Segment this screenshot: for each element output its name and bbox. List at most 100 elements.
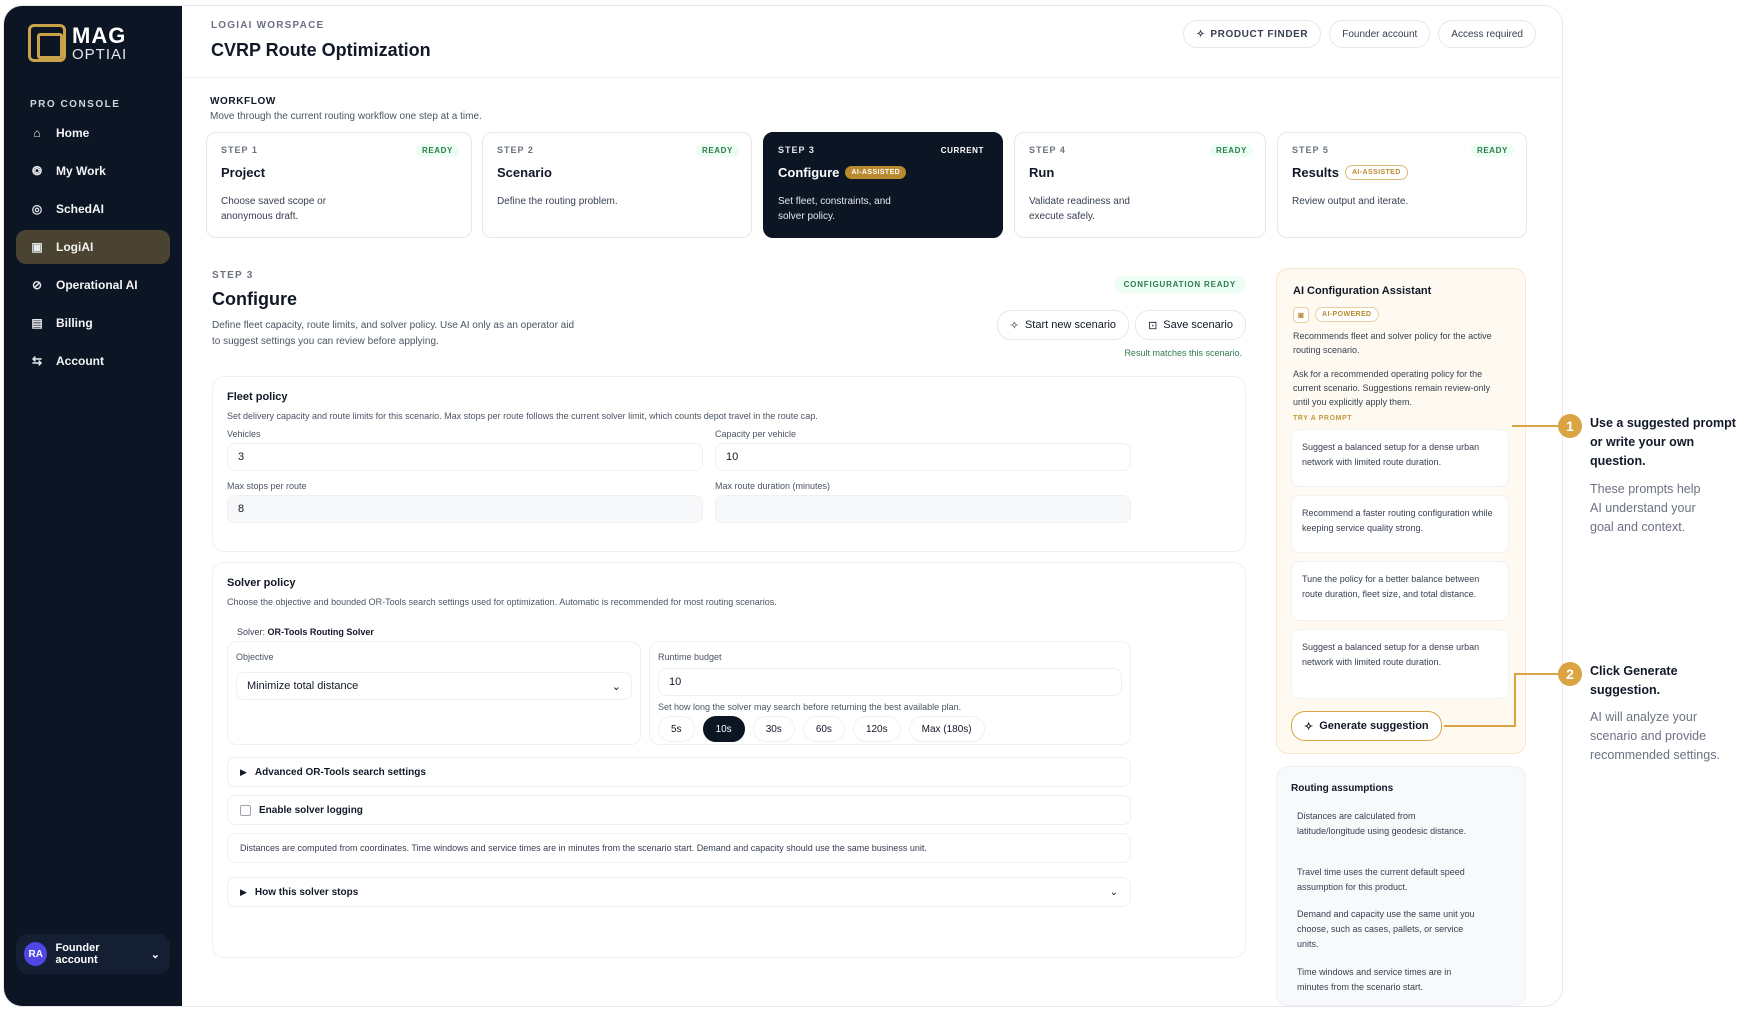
prompt-input[interactable]: Suggest a balanced setup for a dense urb… bbox=[1291, 629, 1509, 699]
sidebar-item-billing[interactable]: ▤ Billing bbox=[16, 306, 170, 340]
page-title: CVRP Route Optimization bbox=[211, 40, 431, 60]
callout-2-body: AI will analyze your scenario and provid… bbox=[1590, 710, 1720, 762]
home-icon: ⌂ bbox=[33, 126, 41, 140]
avatar: RA bbox=[24, 942, 48, 966]
objective-label: Objective bbox=[236, 652, 274, 662]
max-duration-field[interactable] bbox=[715, 495, 1131, 523]
runtime-budget-field[interactable]: 10 bbox=[658, 668, 1122, 696]
assumption-item: Travel time uses the current default spe… bbox=[1297, 867, 1465, 892]
prompt-suggestion-3[interactable]: Tune the policy for a better balance bet… bbox=[1291, 561, 1509, 621]
sidebar-item-operational-ai[interactable]: ⊘ Operational AI bbox=[16, 268, 170, 302]
save-scenario-button[interactable]: ⊡ Save scenario bbox=[1135, 310, 1246, 340]
sidebar-item-label: Billing bbox=[56, 316, 93, 330]
workflow-subtitle: Move through the current routing workflo… bbox=[210, 111, 482, 122]
account-icon: ⇆ bbox=[31, 354, 43, 368]
sidebar-item-schedai[interactable]: ◎ SchedAI bbox=[16, 192, 170, 226]
product-finder-button[interactable]: ✧ PRODUCT FINDER bbox=[1183, 20, 1322, 48]
callout-2-connector-horizontal bbox=[1444, 725, 1516, 727]
how-solver-stops-toggle[interactable]: ▶ How this solver stops ⌄ bbox=[227, 877, 1131, 907]
runtime-chip-120s[interactable]: 120s bbox=[852, 716, 901, 742]
try-prompt-label: TRY A PROMPT bbox=[1293, 415, 1353, 422]
runtime-chip-max[interactable]: Max (180s) bbox=[908, 716, 985, 742]
prompt-suggestion-2[interactable]: Recommend a faster routing configuration… bbox=[1291, 495, 1509, 553]
status-badge: READY bbox=[1209, 144, 1253, 157]
ai-assisted-badge: AI-ASSISTED bbox=[1344, 165, 1408, 180]
solver-policy-title: Solver policy bbox=[227, 577, 296, 589]
user-name: Founder account bbox=[55, 942, 100, 966]
robot-icon: ◙ bbox=[1293, 307, 1309, 323]
prompt-suggestion-1[interactable]: Suggest a balanced setup for a dense urb… bbox=[1291, 429, 1509, 487]
callout-2-title: Click Generate suggestion. bbox=[1590, 664, 1678, 697]
solver-name: OR-Tools Routing Solver bbox=[267, 627, 374, 637]
step-name: Results bbox=[1292, 165, 1339, 180]
runtime-chip-30s[interactable]: 30s bbox=[752, 716, 795, 742]
sparkle-icon: ✧ bbox=[1009, 319, 1019, 332]
save-scenario-label: Save scenario bbox=[1163, 319, 1233, 331]
account-button[interactable]: Founder account bbox=[1329, 20, 1431, 48]
step-card-project[interactable]: STEP 1 READY Project Choose saved scope … bbox=[206, 132, 472, 238]
sidebar-item-account[interactable]: ⇆ Account bbox=[16, 344, 170, 378]
ai-assisted-badge: AI-ASSISTED bbox=[845, 166, 907, 179]
runtime-chip-10s[interactable]: 10s bbox=[702, 716, 745, 742]
sidebar-item-label: LogiAI bbox=[56, 240, 94, 254]
sidebar-item-label: Operational AI bbox=[56, 278, 138, 292]
sidebar-item-logiai[interactable]: ▣ LogiAI bbox=[16, 230, 170, 264]
console-section-label: PRO CONSOLE bbox=[30, 99, 121, 110]
fleet-policy-card: Fleet policy Set delivery capacity and r… bbox=[212, 376, 1246, 552]
step-name: Scenario bbox=[497, 165, 552, 180]
step-name: Configure bbox=[778, 165, 840, 180]
generate-suggestion-button[interactable]: ✧ Generate suggestion bbox=[1291, 711, 1442, 741]
configuration-status-badge: CONFIGURATION READY bbox=[1113, 276, 1246, 293]
objective-value: Minimize total distance bbox=[247, 680, 359, 692]
step-description: Set fleet, constraints, and solver polic… bbox=[778, 196, 891, 222]
step-description: Review output and iterate. bbox=[1292, 196, 1409, 207]
billing-icon: ▤ bbox=[31, 316, 43, 330]
chevron-down-icon: ⌄ bbox=[1109, 886, 1118, 898]
fleet-policy-title: Fleet policy bbox=[227, 391, 288, 403]
assumption-item: Time windows and service times are in mi… bbox=[1297, 967, 1452, 992]
callout-2-connector bbox=[1514, 673, 1558, 675]
callout-1-title: Use a suggested prompt or write your own… bbox=[1590, 416, 1736, 468]
runtime-chip-5s[interactable]: 5s bbox=[658, 716, 695, 742]
caret-right-icon: ▶ bbox=[240, 886, 247, 897]
capacity-field[interactable]: 10 bbox=[715, 443, 1131, 471]
status-badge: READY bbox=[1470, 144, 1514, 157]
brand-logo[interactable]: MAG OPTIAI bbox=[28, 24, 127, 62]
solver-logging-row[interactable]: Enable solver logging bbox=[227, 795, 1131, 825]
status-badge: CURRENT bbox=[940, 146, 984, 155]
workflow-steps: STEP 1 READY Project Choose saved scope … bbox=[206, 132, 1532, 238]
workspace-label: LOGIAI WORSPACE bbox=[211, 20, 325, 31]
header: LOGIAI WORSPACE CVRP Route Optimization … bbox=[182, 6, 1562, 78]
ai-configuration-assistant: AI Configuration Assistant ◙ AI-POWERED … bbox=[1276, 268, 1526, 754]
vehicles-field[interactable]: 3 bbox=[227, 443, 703, 471]
configure-description: Define fleet capacity, route limits, and… bbox=[212, 320, 575, 347]
solver-logging-checkbox[interactable] bbox=[240, 804, 251, 816]
sidebar-item-label: Home bbox=[56, 126, 90, 140]
user-menu[interactable]: RA Founder account ⌄ bbox=[16, 934, 170, 974]
sidebar-item-my-work[interactable]: ❂ My Work bbox=[16, 154, 170, 188]
access-required-button[interactable]: Access required bbox=[1438, 20, 1536, 48]
step-card-run[interactable]: STEP 4 READY Run Validate readiness and … bbox=[1014, 132, 1266, 238]
advanced-settings-toggle[interactable]: ▶ Advanced OR-Tools search settings bbox=[227, 757, 1131, 787]
sidebar-item-home[interactable]: ⌂ Home bbox=[16, 116, 170, 150]
ops-icon: ⊘ bbox=[31, 278, 43, 292]
advanced-settings-label: Advanced OR-Tools search settings bbox=[254, 766, 426, 778]
configure-step-label: STEP 3 bbox=[212, 270, 254, 281]
max-stops-field[interactable]: 8 bbox=[227, 495, 703, 523]
start-new-scenario-button[interactable]: ✧ Start new scenario bbox=[996, 310, 1130, 340]
solver-logging-label: Enable solver logging bbox=[259, 804, 363, 816]
assistant-title: AI Configuration Assistant bbox=[1293, 285, 1432, 297]
max-duration-label: Max route duration (minutes) bbox=[715, 481, 831, 491]
work-icon: ❂ bbox=[31, 164, 43, 178]
step-card-configure[interactable]: STEP 3 CURRENT Configure AI-ASSISTED Set … bbox=[763, 132, 1003, 238]
step-card-results[interactable]: STEP 5 READY Results AI-ASSISTED Review o… bbox=[1277, 132, 1527, 238]
step-description: Validate readiness and execute safely. bbox=[1029, 196, 1130, 222]
solver-name-line: Solver: OR-Tools Routing Solver bbox=[237, 627, 374, 637]
objective-select[interactable]: Minimize total distance ⌄ bbox=[236, 672, 632, 700]
runtime-chip-60s[interactable]: 60s bbox=[802, 716, 845, 742]
step-card-scenario[interactable]: STEP 2 READY Scenario Define the routing… bbox=[482, 132, 752, 238]
result-match-note: Result matches this scenario. bbox=[1124, 348, 1242, 358]
status-badge: READY bbox=[695, 144, 739, 157]
routing-assumptions-panel: Routing assumptions Distances are calcul… bbox=[1276, 766, 1526, 1006]
logi-icon: ▣ bbox=[31, 240, 43, 254]
